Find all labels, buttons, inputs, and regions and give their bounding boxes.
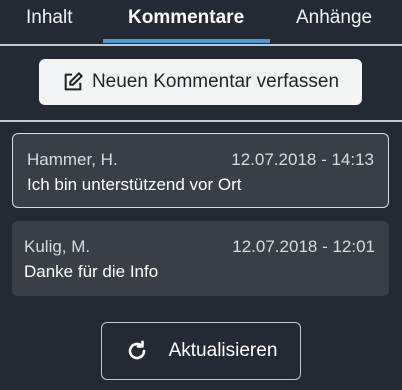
comment-item[interactable]: Kulig, M. 12.07.2018 - 12:01 Danke für d… — [12, 221, 389, 296]
comment-text: Ich bin unterstützend vor Ort — [27, 175, 242, 194]
tab-anhaenge[interactable]: Anhänge — [296, 6, 372, 30]
new-comment-label: Neuen Kommentar verfassen — [91, 71, 340, 92]
edit-icon — [62, 71, 84, 93]
tab-inhalt[interactable]: Inhalt — [26, 6, 72, 30]
refresh-icon — [125, 339, 149, 363]
comment-author: Kulig, M. — [24, 237, 91, 256]
comment-timestamp: 12.07.2018 - 12:01 — [232, 237, 375, 256]
comment-item[interactable]: Hammer, H. 12.07.2018 - 14:13 Ich bin un… — [12, 133, 389, 208]
tab-kommentare[interactable]: Kommentare — [128, 6, 244, 30]
comment-meta: Hammer, H. 12.07.2018 - 14:13 — [27, 150, 374, 170]
refresh-label: Aktualisieren — [168, 340, 278, 361]
comment-meta: Kulig, M. 12.07.2018 - 12:01 — [24, 237, 375, 257]
divider — [0, 120, 402, 122]
tab-bar: Inhalt Kommentare Anhänge — [0, 0, 402, 46]
comment-text: Danke für die Info — [24, 262, 159, 281]
comment-timestamp: 12.07.2018 - 14:13 — [231, 150, 374, 169]
comment-author: Hammer, H. — [27, 150, 118, 169]
new-comment-button[interactable]: Neuen Kommentar verfassen — [39, 59, 362, 105]
active-tab-indicator — [103, 39, 270, 43]
tab-separator — [0, 44, 402, 46]
refresh-button[interactable]: Aktualisieren — [101, 322, 301, 380]
